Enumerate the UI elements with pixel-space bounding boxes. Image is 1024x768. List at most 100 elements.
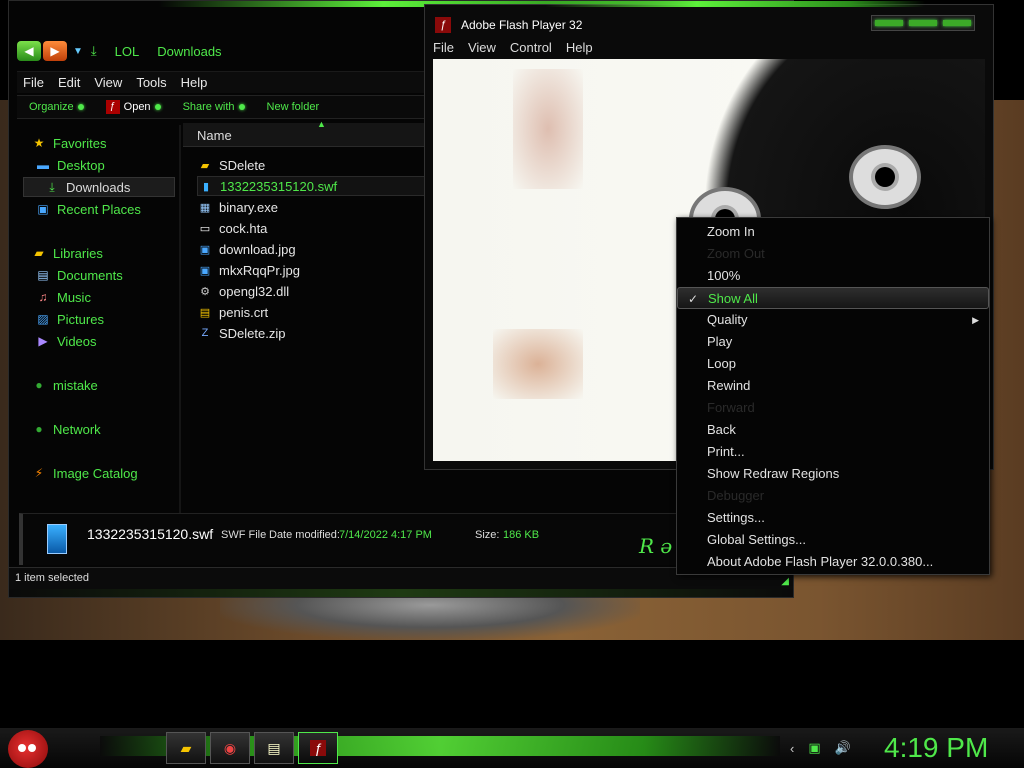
ctx-show-all[interactable]: ✓ Show All (677, 287, 989, 309)
menu-bar: File Edit View Tools Help (17, 71, 437, 93)
pane-splitter[interactable] (179, 125, 181, 515)
image-file-icon: ▣ (199, 243, 211, 256)
back-button[interactable]: ◀ (17, 41, 41, 61)
file-list: Name ▲ ▰ SDelete ▮ 1332235315120.swf ▦ binar… (183, 119, 437, 513)
forward-button[interactable]: ▶ (43, 41, 67, 61)
file-name: 1332235315120.swf (220, 178, 338, 194)
menu-edit[interactable]: Edit (58, 75, 80, 90)
new-folder-button[interactable]: New folder (267, 101, 320, 113)
nav-mistake[interactable]: ● mistake (15, 375, 167, 395)
theme-logo-icon: R ǝ (639, 534, 673, 558)
breadcrumb-lol[interactable]: LOL (115, 44, 140, 59)
ctx-print[interactable]: Print... (677, 441, 989, 463)
nav-music[interactable]: ♫ Music (15, 287, 167, 307)
file-item[interactable]: ▰ SDelete (197, 155, 437, 175)
ctx-zoom-in[interactable]: Zoom In (677, 221, 989, 243)
dropdown-dot-icon (154, 104, 161, 110)
file-name: mkxRqqPr.jpg (219, 262, 300, 278)
details-date-label: Date modified: (269, 529, 340, 541)
nav-network[interactable]: ● Network (15, 419, 167, 439)
ctx-quality[interactable]: Quality ▶ (677, 309, 989, 331)
nav-videos[interactable]: ▶ Videos (15, 331, 167, 351)
ctx-about[interactable]: About Adobe Flash Player 32.0.0.380... (677, 551, 989, 573)
nav-favorites[interactable]: ★ Favorites (15, 133, 167, 153)
taskbar-chrome-button[interactable]: ◉ (210, 732, 250, 764)
menu-control[interactable]: Control (510, 40, 552, 55)
open-button[interactable]: ƒ Open (105, 100, 161, 114)
certificate-file-icon: ▤ (199, 306, 211, 319)
resize-grip-icon[interactable]: ◢ (781, 576, 789, 587)
zip-file-icon: Z (201, 327, 209, 339)
file-item[interactable]: ▣ download.jpg (197, 239, 437, 259)
file-item[interactable]: ▤ penis.crt (197, 302, 437, 322)
ctx-play[interactable]: Play (677, 331, 989, 353)
tray-chevron-icon[interactable]: ‹ (790, 741, 794, 756)
history-dropdown-icon[interactable]: ▼ (73, 46, 83, 57)
ctx-loop[interactable]: Loop (677, 353, 989, 375)
taskbar-flash-button[interactable]: ƒ (298, 732, 338, 764)
maximize-button[interactable] (909, 20, 937, 26)
nav-documents[interactable]: ▤ Documents (15, 265, 167, 285)
nav-label: Network (53, 421, 101, 437)
ctx-back[interactable]: Back (677, 419, 989, 441)
nav-downloads[interactable]: ⤓ Downloads (23, 177, 175, 197)
nav-image-catalog[interactable]: ⚡ Image Catalog (15, 463, 167, 483)
breadcrumb-downloads[interactable]: Downloads (157, 44, 221, 59)
ctx-show-redraw-regions[interactable]: Show Redraw Regions (677, 463, 989, 485)
menu-view[interactable]: View (468, 40, 496, 55)
file-name: SDelete (219, 157, 266, 173)
close-button[interactable] (943, 20, 971, 26)
animation-figure (493, 329, 583, 399)
file-item[interactable]: ▭ cock.hta (197, 218, 437, 238)
menu-file[interactable]: File (433, 40, 454, 55)
download-arrow-icon: ⤓ (49, 179, 55, 194)
clock[interactable]: 4:19 PM (884, 732, 988, 764)
nav-pictures[interactable]: ▨ Pictures (15, 309, 167, 329)
pictures-icon: ▨ (37, 312, 49, 326)
file-item-selected[interactable]: ▮ 1332235315120.swf (197, 176, 437, 196)
nav-recent-places[interactable]: ▣ Recent Places (15, 199, 167, 219)
navigation-pane: ★ Favorites ▬ Desktop ⤓ Downloads ▣ Recent P… (15, 125, 175, 515)
animation-eye (849, 145, 921, 209)
flash-icon: ƒ (105, 100, 120, 114)
volume-icon[interactable]: 🔊 (835, 740, 851, 756)
taskbar-notepad-button[interactable]: ▤ (254, 732, 294, 764)
folder-icon: ▰ (180, 739, 192, 756)
start-button[interactable] (8, 730, 48, 768)
nav-libraries[interactable]: ▰ Libraries (15, 243, 167, 263)
menu-help[interactable]: Help (181, 75, 208, 90)
menu-view[interactable]: View (94, 75, 122, 90)
file-name: opengl32.dll (219, 283, 290, 299)
desktop: ◀ ▶ ▼ ⤓ LOL Downloads File Edit View Too… (0, 0, 1024, 768)
column-header-name[interactable]: Name ▲ (183, 119, 437, 147)
file-name: cock.hta (219, 220, 268, 236)
minimize-button[interactable] (875, 20, 903, 26)
nav-label: Videos (57, 333, 97, 349)
details-filename: 1332235315120.swf (87, 526, 214, 542)
file-item[interactable]: ⚙ opengl32.dll (197, 281, 437, 301)
address-bar[interactable]: ◀ ▶ ▼ ⤓ LOL Downloads (17, 39, 437, 63)
folder-icon: ▰ (34, 246, 44, 260)
network-tray-icon[interactable]: ▣ (808, 740, 820, 756)
file-item[interactable]: ▣ mkxRqqPr.jpg (197, 260, 437, 280)
ctx-global-settings[interactable]: Global Settings... (677, 529, 989, 551)
music-icon: ♫ (38, 290, 48, 304)
ctx-rewind[interactable]: Rewind (677, 375, 989, 397)
new-folder-label: New folder (266, 101, 320, 113)
ctx-settings[interactable]: Settings... (677, 507, 989, 529)
menu-tools[interactable]: Tools (136, 75, 166, 90)
details-pane: 1332235315120.swf SWF File Date modified… (19, 513, 789, 565)
menu-file[interactable]: File (23, 75, 44, 90)
ctx-100-percent[interactable]: 100% (677, 265, 989, 287)
menu-help[interactable]: Help (566, 40, 593, 55)
window-controls[interactable] (871, 15, 975, 31)
file-item[interactable]: Z SDelete.zip (197, 323, 437, 343)
column-name-label: Name (197, 128, 232, 143)
nav-desktop[interactable]: ▬ Desktop (15, 155, 167, 175)
taskbar-explorer-button[interactable]: ▰ (166, 732, 206, 764)
file-name: binary.exe (219, 199, 279, 215)
share-with-button[interactable]: Share with (183, 101, 245, 113)
file-item[interactable]: ▦ binary.exe (197, 197, 437, 217)
share-label: Share with (182, 101, 235, 113)
organize-button[interactable]: Organize (29, 101, 84, 113)
